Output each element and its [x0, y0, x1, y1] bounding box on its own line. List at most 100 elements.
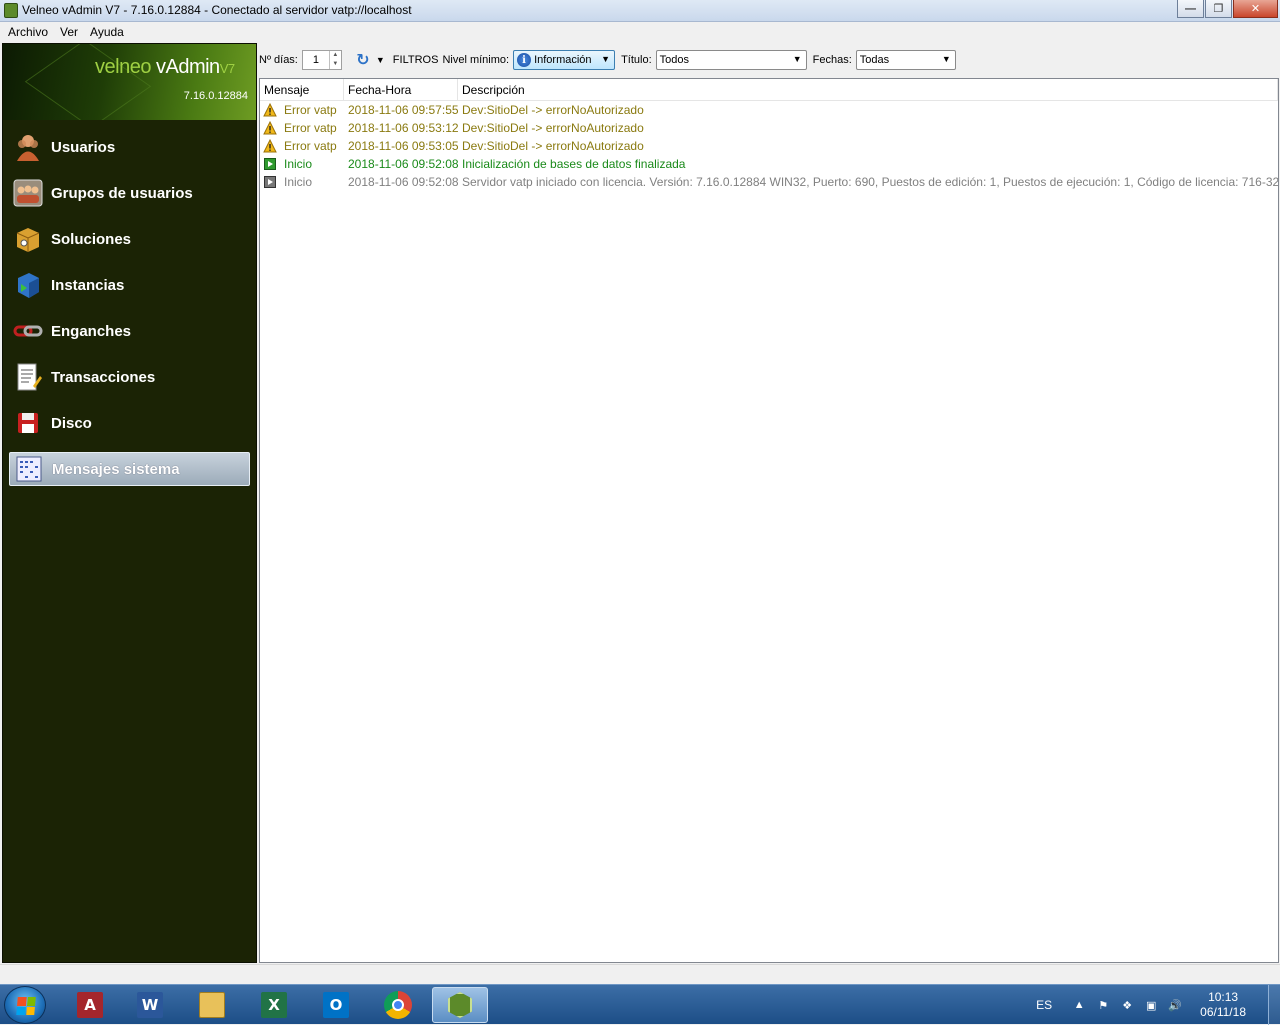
cell-descripcion: Dev:SitioDel -> errorNoAutorizado [462, 121, 644, 135]
table-header: Mensaje Fecha-Hora Descripción [260, 79, 1278, 101]
table-row[interactable]: Error vatp 2018-11-06 09:57:55 Dev:Sitio… [260, 101, 1278, 119]
refresh-icon: ↻ [356, 52, 370, 69]
volume-icon[interactable]: 🔊 [1168, 998, 1182, 1012]
chevron-down-icon: ▼ [601, 54, 611, 64]
taskbar-clock[interactable]: 10:13 06/11/18 [1200, 990, 1246, 1020]
sidebar-item-enganches[interactable]: Enganches [3, 308, 256, 354]
nivel-minimo-select[interactable]: i Información ▼ [513, 50, 616, 70]
clock-date: 06/11/18 [1200, 1005, 1246, 1019]
cell-mensaje: Inicio [260, 157, 344, 171]
info-icon: i [517, 53, 532, 67]
table-row[interactable]: Inicio 2018-11-06 09:52:08 Inicializació… [260, 155, 1278, 173]
brand-logo-vadmin: vAdmin [150, 56, 220, 78]
close-button[interactable]: ✕ [1233, 0, 1278, 18]
sidebar-item-label: Mensajes sistema [52, 460, 180, 478]
sidebar-item-grupos-de-usuarios[interactable]: Grupos de usuarios [3, 170, 256, 216]
velneo-app-icon[interactable] [4, 3, 18, 18]
menu-ayuda[interactable]: Ayuda [84, 25, 130, 39]
table-row[interactable]: Error vatp 2018-11-06 09:53:05 Dev:Sitio… [260, 137, 1278, 155]
play-gray-icon [263, 175, 277, 189]
windows-logo-icon [16, 997, 36, 1015]
cell-descripcion: Dev:SitioDel -> errorNoAutorizado [462, 103, 644, 117]
action-center-flag-icon[interactable]: ⚑ [1096, 998, 1110, 1012]
column-header-descripcion[interactable]: Descripción [458, 79, 1278, 100]
column-header-mensaje[interactable]: Mensaje [260, 79, 344, 100]
status-bar [0, 964, 1280, 984]
cell-fecha-hora: 2018-11-06 09:53:12 [348, 121, 458, 135]
show-hidden-icons-icon[interactable]: ▲ [1072, 998, 1086, 1012]
cell-descripcion: Inicialización de bases de datos finaliz… [462, 157, 686, 171]
chevron-down-icon: ▼ [941, 54, 951, 64]
sidebar-item-transacciones[interactable]: Transacciones [3, 354, 256, 400]
taskbar-app-explorer[interactable] [184, 987, 240, 1023]
taskbar-app-excel[interactable]: X [246, 987, 302, 1023]
excel-icon: X [261, 992, 287, 1018]
cell-fecha-hora: 2018-11-06 09:53:05 [348, 139, 458, 153]
sidebar-item-label: Grupos de usuarios [51, 184, 193, 202]
menu-archivo[interactable]: Archivo [2, 25, 54, 39]
taskbar-app-word[interactable]: W [122, 987, 178, 1023]
brand-logo-v7: V7 [219, 61, 235, 76]
titulo-label: Título: [621, 54, 652, 66]
fechas-label: Fechas: [812, 54, 852, 66]
show-desktop-button[interactable] [1268, 985, 1280, 1025]
cell-mensaje: Error vatp [260, 121, 344, 135]
sidebar-item-label: Soluciones [51, 230, 132, 248]
filter-toolbar: Nº días: 1 ▲ ▼ ↻ ▼ FILTROS Nivel mínimo:… [259, 46, 1279, 74]
warning-icon [263, 103, 277, 117]
column-header-fecha-hora[interactable]: Fecha-Hora [344, 79, 458, 100]
sidebar-item-mensajes-sistema[interactable]: Mensajes sistema [9, 452, 250, 486]
spin-down-icon[interactable]: ▼ [330, 60, 341, 69]
warning-icon [263, 139, 277, 153]
table-row[interactable]: Error vatp 2018-11-06 09:53:12 Dev:Sitio… [260, 119, 1278, 137]
spin-up-icon[interactable]: ▲ [330, 51, 341, 60]
row-mensaje: Error vatp [284, 121, 337, 135]
chrome-icon [384, 991, 412, 1019]
folder-icon [199, 992, 225, 1018]
language-indicator[interactable]: ES [1036, 998, 1052, 1012]
play-green-icon [263, 157, 277, 171]
cell-descripcion: Servidor vatp iniciado con licencia. Ver… [462, 175, 1278, 189]
spin-arrows[interactable]: ▲ ▼ [328, 51, 341, 69]
row-mensaje: Error vatp [284, 139, 337, 153]
user-groups-icon [13, 178, 43, 208]
sidebar-item-label: Disco [51, 414, 92, 432]
fechas-value: Todas [859, 54, 890, 66]
fechas-select[interactable]: Todas ▼ [855, 50, 956, 70]
refresh-dropdown-icon[interactable]: ▼ [376, 55, 385, 65]
access-icon: A [77, 992, 103, 1018]
refresh-button[interactable]: ↻ [352, 50, 374, 70]
minimize-button[interactable]: — [1177, 0, 1204, 18]
menu-ver[interactable]: Ver [54, 25, 84, 39]
row-mensaje: Inicio [284, 175, 313, 189]
clock-time: 10:13 [1208, 990, 1239, 1004]
sidebar-item-label: Transacciones [51, 368, 156, 386]
taskbar-app-access[interactable]: A [62, 987, 118, 1023]
brand-header: velneo vAdminV7 7.16.0.12884 [3, 44, 256, 120]
brand-logo-velneo: velneo [95, 56, 151, 78]
outlook-icon: O [323, 992, 349, 1018]
sidebar-item-disco[interactable]: Disco [3, 400, 256, 446]
dias-spinbox[interactable]: 1 ▲ ▼ [301, 50, 342, 70]
maximize-button[interactable]: ❐ [1205, 0, 1232, 18]
system-tray: ES ▲ ⚑ ❖ ▣ 🔊 10:13 06/11/18 [1036, 985, 1280, 1025]
sidebar-item-soluciones[interactable]: Soluciones [3, 216, 256, 262]
cell-fecha-hora: 2018-11-06 09:52:08 [348, 157, 458, 171]
sidebar-item-instancias[interactable]: Instancias [3, 262, 256, 308]
package-icon [13, 224, 43, 254]
dias-label: Nº días: [259, 54, 298, 66]
taskbar-app-chrome[interactable] [370, 987, 426, 1023]
taskbar-app-velneo[interactable] [432, 987, 488, 1023]
titulo-select[interactable]: Todos ▼ [655, 50, 807, 70]
transactions-icon [13, 362, 43, 392]
network-icon[interactable]: ▣ [1144, 998, 1158, 1012]
start-button[interactable] [4, 986, 46, 1024]
table-row[interactable]: Inicio 2018-11-06 09:52:08 Servidor vatp… [260, 173, 1278, 191]
dropbox-icon[interactable]: ❖ [1120, 998, 1134, 1012]
taskbar-app-outlook[interactable]: O [308, 987, 364, 1023]
floppy-disk-icon [13, 408, 43, 438]
brand-logo-text: velneo vAdminV7 [95, 56, 235, 79]
row-mensaje: Error vatp [284, 103, 337, 117]
sidebar-item-usuarios[interactable]: Usuarios [3, 124, 256, 170]
users-icon [13, 132, 43, 162]
